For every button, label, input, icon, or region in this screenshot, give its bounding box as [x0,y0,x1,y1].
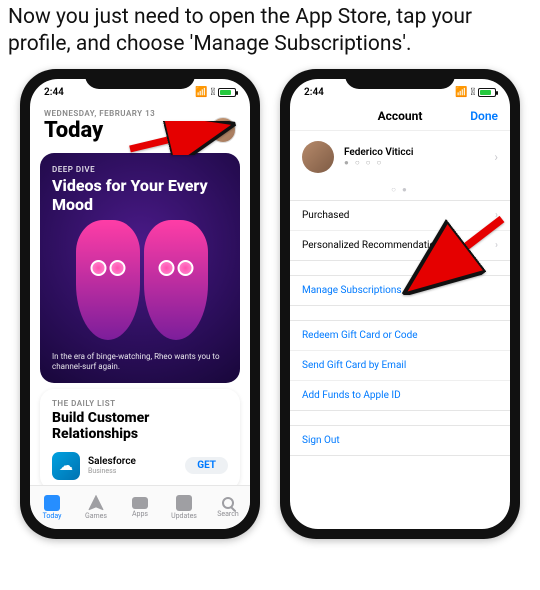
battery-icon [478,88,496,97]
tab-label: Today [43,512,62,520]
row-label: Purchased [302,210,349,221]
row-purchased[interactable]: Purchased › [290,201,510,231]
phone-left: 2:44 📶 􀙇 WEDNESDAY, FEBRUARY 13 Today [20,69,260,539]
page-title: Today [44,118,155,143]
today-header: WEDNESDAY, FEBRUARY 13 Today [30,103,250,147]
done-button[interactable]: Done [470,109,498,123]
tab-label: Search [217,510,239,518]
search-icon [222,497,234,509]
card-tag: DEEP DIVE [52,165,228,174]
status-indicators: 📶 􀙇 [455,87,496,98]
wifi-icon: 􀙇 [211,87,215,98]
card-title: Videos for Your Every Mood [52,176,228,214]
tab-updates[interactable]: Updates [162,486,206,529]
profile-avatar[interactable] [210,117,236,143]
notch [85,69,195,89]
user-name: Federico Viticci [344,147,413,158]
nav-title: Account [378,109,423,123]
nav-bar: Account Done [290,103,510,131]
battery-icon [218,88,236,97]
group-signout: Sign Out [290,425,510,456]
tab-label: Updates [171,512,197,520]
layers-icon [132,497,148,509]
tab-today[interactable]: Today [30,486,74,529]
signal-icon: 📶 [195,87,207,98]
card-artwork [40,213,240,347]
tab-bar: Today Games Apps Updates Search [30,485,250,529]
group-subscriptions: Manage Subscriptions [290,275,510,306]
wifi-icon: 􀙇 [471,87,475,98]
row-label: Send Gift Card by Email [302,360,406,371]
tab-label: Games [85,512,107,520]
app-row[interactable]: ☁︎ Salesforce Business GET [52,452,228,480]
today-icon [44,495,60,511]
user-avatar [302,141,334,173]
row-label: Personalized Recommendations [302,240,446,251]
row-redeem[interactable]: Redeem Gift Card or Code [290,321,510,351]
today-date: WEDNESDAY, FEBRUARY 13 [44,109,155,118]
signal-icon: 📶 [455,87,467,98]
group-library: Purchased › Personalized Recommendations › [290,200,510,261]
row-sign-out[interactable]: Sign Out [290,426,510,455]
status-time: 2:44 [44,87,64,98]
featured-card[interactable]: DEEP DIVE Videos for Your Every Mood In … [40,153,240,383]
tab-search[interactable]: Search [206,486,250,529]
status-time: 2:44 [304,87,324,98]
app-category: Business [88,467,136,475]
screen-today: 2:44 📶 􀙇 WEDNESDAY, FEBRUARY 13 Today [30,79,250,529]
phone-mockups: 2:44 📶 􀙇 WEDNESDAY, FEBRUARY 13 Today [0,69,540,539]
status-indicators: 📶 􀙇 [195,87,236,98]
account-user-row[interactable]: Federico Viticci ● ○ ○ ○ › [290,131,510,183]
listcard-tag: THE DAILY LIST [52,399,228,408]
row-label: Redeem Gift Card or Code [302,330,418,341]
tab-apps[interactable]: Apps [118,486,162,529]
tab-label: Apps [132,510,148,518]
get-button[interactable]: GET [185,457,228,474]
row-add-funds[interactable]: Add Funds to Apple ID [290,381,510,410]
group-funds: Redeem Gift Card or Code Send Gift Card … [290,320,510,411]
download-icon [176,495,192,511]
app-icon-salesforce: ☁︎ [52,452,80,480]
chevron-right-icon: › [495,240,498,251]
instruction-text: Now you just need to open the App Store,… [0,0,540,69]
chevron-right-icon: › [495,210,498,221]
notch [345,69,455,89]
row-send-gift[interactable]: Send Gift Card by Email [290,351,510,381]
listcard-title: Build Customer Relationships [52,410,228,442]
row-label: Manage Subscriptions [302,285,402,296]
page-indicator: ○ ● [290,183,510,200]
rocket-icon [88,495,104,511]
phone-right: 2:44 📶 􀙇 Account Done Federico Viticci ●… [280,69,520,539]
tab-games[interactable]: Games [74,486,118,529]
user-sub: ● ○ ○ ○ [344,158,413,167]
row-label: Add Funds to Apple ID [302,390,401,401]
screen-account: 2:44 📶 􀙇 Account Done Federico Viticci ●… [290,79,510,529]
row-label: Sign Out [302,435,340,446]
row-manage-subscriptions[interactable]: Manage Subscriptions [290,276,510,305]
daily-list-card[interactable]: THE DAILY LIST Build Customer Relationsh… [40,389,240,490]
chevron-right-icon: › [494,150,498,164]
row-recommendations[interactable]: Personalized Recommendations › [290,231,510,260]
app-name: Salesforce [88,456,136,467]
card-subtitle: In the era of binge-watching, Rheo wants… [52,352,228,373]
